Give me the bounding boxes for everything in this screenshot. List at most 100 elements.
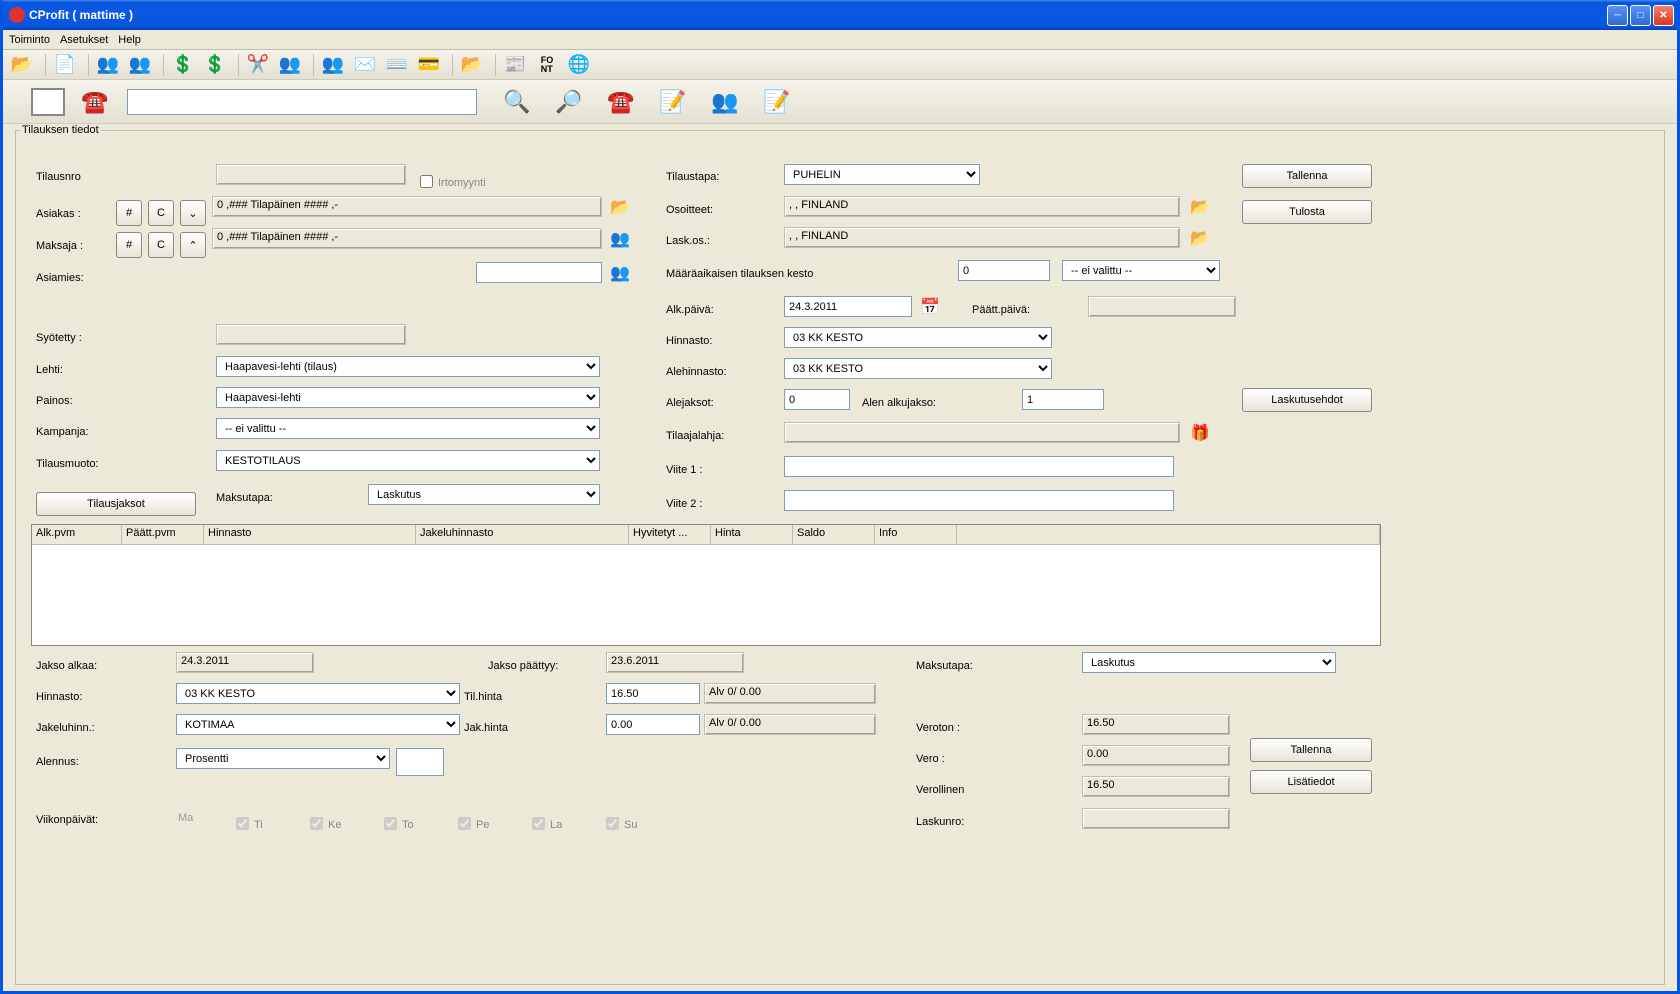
tulosta-button[interactable]: Tulosta — [1242, 200, 1372, 224]
jakeluhinn-select[interactable]: KOTIMAA — [176, 714, 460, 735]
jakhinta-alv-display: Alv 0/ 0.00 — [704, 714, 876, 735]
minimize-button[interactable]: ─ — [1607, 5, 1628, 26]
alkpaiva-field[interactable] — [784, 296, 912, 317]
tilhinta-field[interactable] — [606, 683, 700, 704]
painos-select[interactable]: Haapavesi-lehti — [216, 387, 600, 408]
menu-toiminto[interactable]: Toiminto — [9, 34, 50, 46]
tilausmuoto-select[interactable]: KESTOTILAUS — [216, 450, 600, 471]
maksutapa2-select[interactable]: Laskutus — [1082, 652, 1336, 673]
tb-scissors-icon[interactable]: ✂️ — [245, 53, 271, 77]
tb2-phone2-icon[interactable]: ☎️ — [601, 87, 641, 117]
tb-money1-icon[interactable]: 💲 — [170, 53, 196, 77]
maksaja-hash-button[interactable]: # — [116, 232, 142, 258]
tb2-search-123-icon[interactable]: 🔎 — [549, 87, 589, 117]
tb2-search-abc-icon[interactable]: 🔍 — [497, 87, 537, 117]
tb-folder2-icon[interactable]: 📂 — [459, 53, 485, 77]
tb2-note-icon[interactable]: 📝 — [653, 87, 693, 117]
th-hyvitetyt[interactable]: Hyvitetyt ... — [629, 525, 711, 544]
label-kampanja: Kampanja: — [36, 426, 89, 438]
laskos-folder-icon[interactable]: 📂 — [1186, 227, 1214, 248]
maksaja-display: 0 ,### Tilapäinen #### ,- — [212, 228, 602, 249]
tb-doc-icon[interactable]: 📄 — [52, 53, 78, 77]
viite2-field[interactable] — [784, 490, 1174, 511]
chk-to[interactable]: To — [380, 812, 414, 831]
tb-web-icon[interactable]: 🌐 — [566, 53, 592, 77]
tb-people3-icon[interactable]: 👥 — [277, 53, 303, 77]
lisatiedot-button[interactable]: Lisätiedot — [1250, 770, 1372, 794]
chk-ke[interactable]: Ke — [306, 812, 341, 831]
vero-display: 0.00 — [1082, 745, 1230, 766]
hinnasto2-select[interactable]: 03 KK KESTO — [176, 683, 460, 704]
tb-card-icon[interactable]: 💳 — [416, 53, 442, 77]
tilaustapa-select[interactable]: PUHELIN — [784, 164, 980, 185]
tb-group-icon[interactable]: 👥 — [320, 53, 346, 77]
maksaja-c-button[interactable]: C — [148, 232, 174, 258]
gift-icon[interactable]: 🎁 — [1186, 422, 1214, 443]
tb2-phone-icon[interactable]: ☎️ — [75, 87, 115, 117]
chk-la[interactable]: La — [528, 812, 562, 831]
osoitteet-folder-icon[interactable]: 📂 — [1186, 196, 1214, 217]
chk-pe[interactable]: Pe — [454, 812, 489, 831]
alennus-value-field[interactable] — [396, 748, 444, 776]
alen-alkujakso-field[interactable] — [1022, 389, 1104, 410]
tilausjaksot-button[interactable]: Tilausjaksot — [36, 492, 196, 516]
kampanja-select[interactable]: -- ei valittu -- — [216, 418, 600, 439]
tb-people2-icon[interactable]: 👥 — [127, 53, 153, 77]
tilausnro-field[interactable] — [216, 164, 406, 185]
tb2-note-money-icon[interactable]: 📝 — [757, 87, 797, 117]
tallenna-button[interactable]: Tallenna — [1242, 164, 1372, 188]
asiamies-people-icon[interactable]: 👥 — [606, 262, 634, 283]
th-jakeluhinnasto[interactable]: Jakeluhinnasto — [416, 525, 629, 544]
irtomyynti-checkbox[interactable]: Irtomyynti — [416, 170, 486, 189]
chk-su[interactable]: Su — [602, 812, 637, 831]
tb-money2-icon[interactable]: 💲 — [202, 53, 228, 77]
viite1-field[interactable] — [784, 456, 1174, 477]
maaraaika-value[interactable] — [958, 260, 1050, 281]
jakhinta-field[interactable] — [606, 714, 700, 735]
tallenna2-button[interactable]: Tallenna — [1250, 738, 1372, 762]
tb-open-icon[interactable]: 📂 — [9, 53, 35, 77]
th-hinnasto[interactable]: Hinnasto — [204, 525, 416, 544]
tb2-people-search-icon[interactable]: 👥 — [705, 87, 745, 117]
maksaja-up-button[interactable]: ⌃ — [180, 232, 206, 258]
laskutusehdot-button[interactable]: Laskutusehdot — [1242, 388, 1372, 412]
chk-ti[interactable]: Ti — [232, 812, 263, 831]
tb-people1-icon[interactable]: 👥 — [95, 53, 121, 77]
lehti-select[interactable]: Haapavesi-lehti (tilaus) — [216, 356, 600, 377]
asiakas-down-button[interactable]: ⌄ — [180, 200, 206, 226]
asiamies-field[interactable] — [476, 262, 602, 283]
asiakas-hash-button[interactable]: # — [116, 200, 142, 226]
menu-help[interactable]: Help — [118, 34, 141, 46]
tb2-screen-icon[interactable] — [31, 88, 65, 116]
label-maaraaika: Määräaikaisen tilauksen kesto — [666, 268, 813, 280]
tb-keyboard-icon[interactable]: ⌨️ — [384, 53, 410, 77]
asiakas-c-button[interactable]: C — [148, 200, 174, 226]
th-info[interactable]: Info — [875, 525, 957, 544]
asiakas-folder-icon[interactable]: 📂 — [606, 196, 634, 217]
alehinnasto-select[interactable]: 03 KK KESTO — [784, 358, 1052, 379]
th-hinta[interactable]: Hinta — [711, 525, 793, 544]
search-input[interactable] — [127, 89, 477, 115]
th-alkpvm[interactable]: Alk.pvm — [32, 525, 122, 544]
alennus-select[interactable]: Prosentti — [176, 748, 390, 769]
label-vero: Vero : — [916, 753, 945, 765]
maksaja-people-icon[interactable]: 👥 — [606, 228, 634, 249]
chk-ma[interactable]: Ma — [176, 812, 193, 824]
menu-asetukset[interactable]: Asetukset — [60, 34, 108, 46]
th-paattpvm[interactable]: Päätt.pvm — [122, 525, 204, 544]
tb-mail-icon[interactable]: ✉️ — [352, 53, 378, 77]
jaksot-table: Alk.pvm Päätt.pvm Hinnasto Jakeluhinnast… — [31, 524, 1381, 646]
hinnasto-select[interactable]: 03 KK KESTO — [784, 327, 1052, 348]
maximize-button[interactable]: □ — [1630, 5, 1651, 26]
laskos-display: , , FINLAND — [784, 227, 1180, 248]
close-button[interactable]: ✕ — [1653, 5, 1674, 26]
calendar-icon[interactable]: 📅 — [916, 296, 944, 317]
maaraaika-unit-select[interactable]: -- ei valittu -- — [1062, 260, 1220, 281]
label-alejaksot: Alejaksot: — [666, 397, 714, 409]
alejaksot-field[interactable] — [784, 389, 850, 410]
th-saldo[interactable]: Saldo — [793, 525, 875, 544]
tb-news-icon[interactable]: 📰 — [502, 53, 528, 77]
maksutapa-select[interactable]: Laskutus — [368, 484, 600, 505]
tb-font-icon[interactable]: FONT — [534, 53, 560, 77]
table-body[interactable] — [32, 545, 1380, 645]
